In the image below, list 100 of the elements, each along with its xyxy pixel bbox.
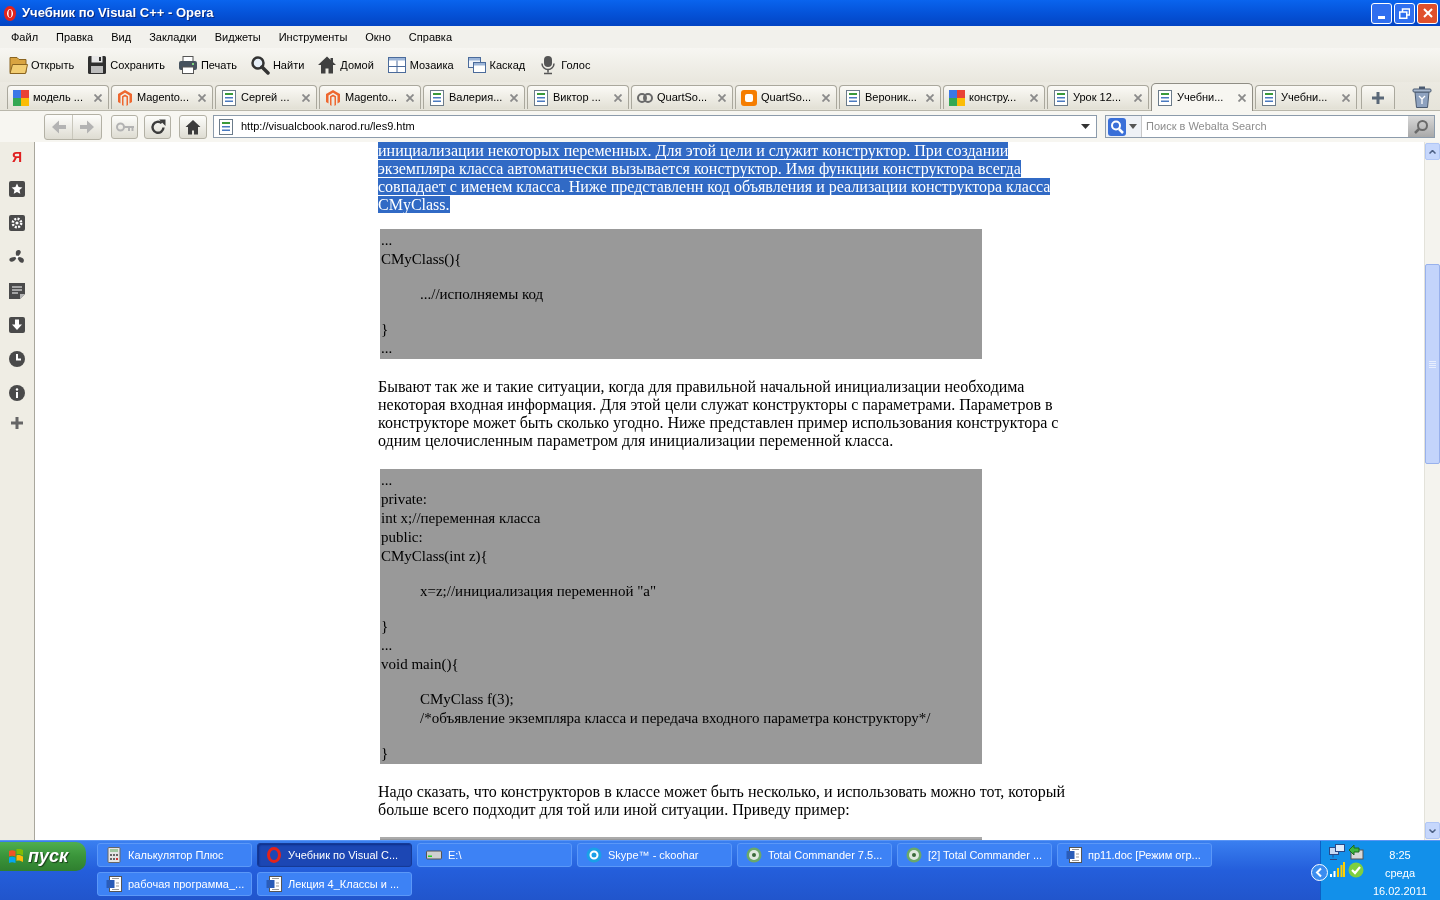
plus-icon[interactable] [11, 417, 23, 429]
menu-item[interactable]: Справка [399, 28, 461, 46]
scroll-down-button[interactable] [1425, 822, 1440, 839]
tab[interactable]: Magento... [111, 85, 213, 109]
close-icon[interactable] [1238, 93, 1246, 102]
restore-button[interactable] [1394, 2, 1415, 24]
tab[interactable]: Учебни... [1151, 83, 1253, 111]
caret-icon[interactable] [1081, 124, 1090, 129]
code-line: ... [381, 471, 393, 490]
close-icon[interactable] [926, 93, 934, 102]
document-icon [266, 876, 282, 892]
toolbar-button[interactable]: Голос [533, 52, 596, 78]
close-icon[interactable] [1342, 93, 1350, 102]
info-icon[interactable] [9, 385, 25, 401]
toolbar-button[interactable]: Мозаика [381, 52, 459, 78]
taskbar-button[interactable]: Лекция 4_Классы и ... [257, 872, 412, 896]
toolbar-button[interactable]: Печать [172, 52, 242, 78]
taskbar-button[interactable]: Калькулятор Плюс [97, 843, 252, 867]
close-icon[interactable] [614, 93, 622, 102]
close-icon[interactable] [198, 93, 206, 102]
taskbar-button[interactable]: пр11.doc [Режим огр... [1057, 843, 1212, 867]
code-line: /*объявление экземпляра класса и передача входного параметра конструктору*/ [420, 709, 931, 728]
tab[interactable]: Виктор ... [527, 85, 629, 109]
star-icon[interactable] [9, 181, 25, 197]
code-line: ... [381, 636, 393, 655]
search-icon [249, 55, 270, 75]
fan-icon[interactable] [9, 249, 25, 265]
arrow-left-icon [50, 118, 67, 135]
network-icon[interactable] [1329, 844, 1345, 860]
menu-item[interactable]: Инструменты [269, 28, 357, 46]
menu-item[interactable]: Окно [356, 28, 400, 46]
close-icon[interactable] [302, 93, 310, 102]
close-icon[interactable] [94, 93, 102, 102]
tab[interactable]: констру... [943, 85, 1045, 109]
home-icon [185, 118, 201, 135]
code-line: CMyClass(int z){ [381, 547, 488, 566]
menu-item[interactable]: Вид [102, 28, 141, 46]
search-icon [1414, 119, 1428, 134]
start-button[interactable]: пуск [0, 842, 86, 871]
address-field[interactable]: http://visualcbook.narod.ru/les9.htm [213, 115, 1097, 138]
paragraph: Бывают так же и такие ситуации, когда для правильной начальной инициализации необходима некоторая входная информация. Для этой цели служат конструкторы с параметрами. Параметров в конструкторе может быть сколько угодно. Ниже представлен пример использования конструктора с одним целочисленным параметром для инициализации переменной класса. [378, 378, 1060, 450]
arrow-right-icon [79, 118, 95, 135]
tab[interactable]: Учебни... [1255, 85, 1357, 109]
toolbar-button[interactable]: Сохранить [82, 52, 170, 78]
taskbar-button[interactable]: Учебник по Visual C... [257, 843, 412, 867]
menu-item[interactable]: Виджеты [205, 28, 270, 46]
transfer-icon[interactable] [1348, 844, 1364, 860]
close-icon[interactable] [1134, 93, 1142, 102]
tab[interactable]: Урок 12... [1047, 85, 1149, 109]
search-engine-button[interactable] [1106, 116, 1142, 137]
tab[interactable]: QuartSo... [735, 85, 837, 109]
taskbar-button[interactable]: Skype™ - ckoohar [577, 843, 732, 867]
menu-item[interactable]: Закладки [140, 28, 206, 46]
toolbar-button[interactable]: Открыть [3, 52, 80, 78]
note-icon[interactable] [9, 283, 25, 299]
tab[interactable]: модель ... [7, 85, 109, 109]
taskbar-button[interactable]: [2] Total Commander ... [897, 843, 1052, 867]
taskbar-button[interactable]: рабочая программа_... [97, 872, 252, 896]
scroll-up-button[interactable] [1425, 143, 1440, 160]
restore-icon [1399, 7, 1410, 19]
chevron-down-icon [1429, 828, 1436, 833]
panel-button[interactable]: Я [8, 148, 26, 166]
trash-icon[interactable] [1412, 86, 1432, 108]
search-button[interactable] [1408, 116, 1434, 137]
gear-icon[interactable] [9, 215, 25, 231]
menu-item[interactable]: Файл [2, 28, 48, 46]
download-icon[interactable] [9, 317, 25, 333]
check-icon[interactable] [1348, 862, 1364, 878]
circle-logo-icon [586, 847, 602, 863]
tab[interactable]: Сергей ... [215, 85, 317, 109]
toolbar-button[interactable]: Каскад [461, 52, 531, 78]
close-icon[interactable] [718, 93, 726, 102]
tab[interactable]: Валерия... [423, 85, 525, 109]
window-title: Учебник по Visual C++ - Opera [22, 4, 214, 23]
tab[interactable]: Вероник... [839, 85, 941, 109]
scroll-thumb[interactable] [1425, 264, 1440, 464]
minimize-button[interactable] [1371, 2, 1392, 24]
close-icon[interactable] [510, 93, 518, 102]
reload-button[interactable] [144, 114, 171, 139]
close-icon[interactable] [406, 93, 414, 102]
new-tab-button[interactable] [1361, 85, 1395, 109]
chevron-left-icon[interactable] [1311, 864, 1328, 881]
tab[interactable]: QuartSo... [631, 85, 733, 109]
search-field[interactable]: Поиск в Webalta Search [1105, 115, 1435, 138]
close-button[interactable] [1417, 2, 1438, 24]
taskbar-button[interactable]: Total Commander 7.5... [737, 843, 892, 867]
ring-logo-icon [266, 847, 282, 863]
toolbar-button[interactable]: Найти [244, 52, 310, 78]
taskbar-button[interactable]: E:\ [417, 843, 572, 867]
key-icon [115, 121, 134, 132]
scrollbar[interactable] [1424, 142, 1440, 840]
close-icon[interactable] [1030, 93, 1038, 102]
home-button[interactable] [179, 114, 207, 139]
menu-item[interactable]: Правка [47, 28, 103, 46]
toolbar-button[interactable]: Домой [312, 52, 379, 78]
clock-icon[interactable] [9, 351, 25, 367]
signal-bars-icon[interactable] [1329, 862, 1345, 878]
tab[interactable]: Magento... [319, 85, 421, 109]
code-line: public: [381, 528, 423, 547]
close-icon[interactable] [822, 93, 830, 102]
